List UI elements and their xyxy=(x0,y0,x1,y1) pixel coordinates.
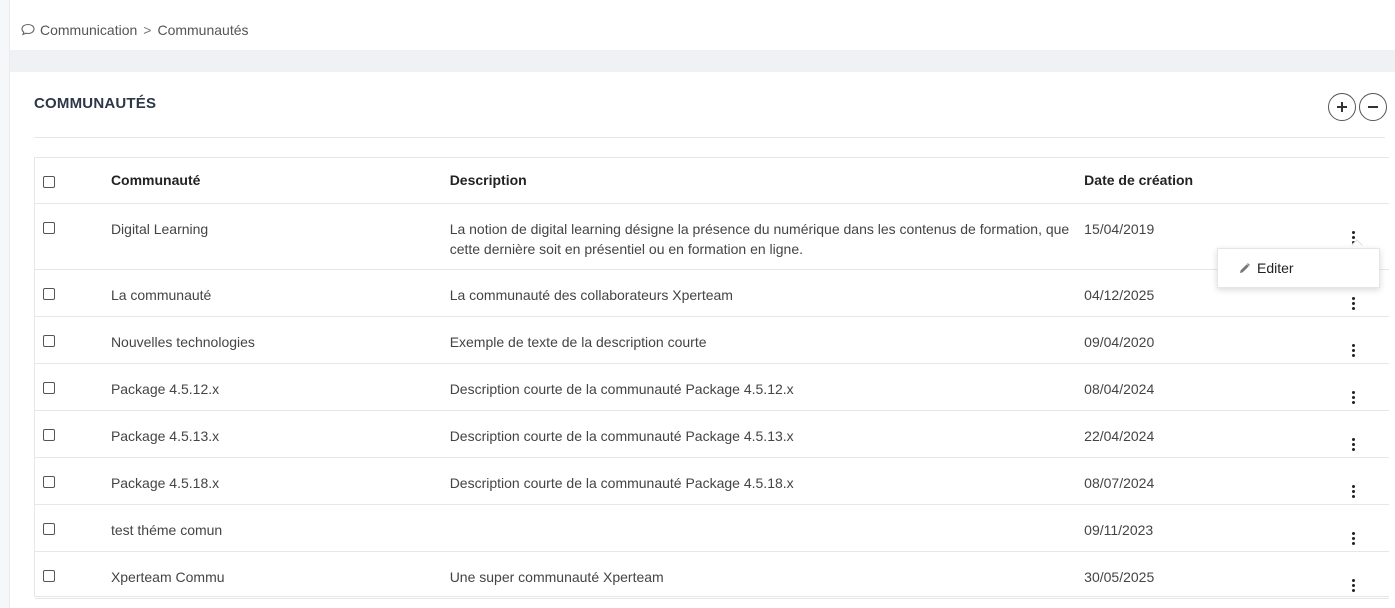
row-name[interactable]: Xperteam Commu xyxy=(110,551,450,599)
chat-bubble-icon xyxy=(20,22,36,38)
row-checkbox[interactable] xyxy=(43,522,55,535)
header-band xyxy=(10,50,1395,72)
row-checkbox[interactable] xyxy=(43,221,55,234)
row-description: Exemple de texte de la description court… xyxy=(449,316,1085,364)
row-date: 22/04/2024 xyxy=(1084,410,1336,458)
row-date: 09/04/2020 xyxy=(1084,316,1336,364)
row-description: La notion de digital learning désigne la… xyxy=(449,203,1085,270)
row-checkbox[interactable] xyxy=(43,287,55,300)
row-name[interactable]: Digital Learning xyxy=(110,203,450,270)
left-rail xyxy=(0,0,10,608)
row-menu-icon[interactable] xyxy=(1352,531,1355,545)
row-name[interactable]: Package 4.5.13.x xyxy=(110,410,450,458)
row-menu-icon[interactable] xyxy=(1352,437,1355,451)
table-row[interactable]: Package 4.5.12.x Description courte de l… xyxy=(35,363,1389,411)
select-all-checkbox[interactable] xyxy=(43,175,55,188)
plus-icon xyxy=(1337,102,1347,112)
row-name[interactable]: test théme comun xyxy=(110,504,450,552)
title-actions xyxy=(1328,93,1387,121)
table-row[interactable]: Xperteam Commu Une super communauté Xper… xyxy=(35,551,1389,599)
row-name[interactable]: Nouvelles technologies xyxy=(110,316,450,364)
table-row[interactable]: Package 4.5.18.x Description courte de l… xyxy=(35,457,1389,505)
add-button[interactable] xyxy=(1328,93,1356,121)
row-menu-icon[interactable] xyxy=(1352,343,1355,357)
row-date: 08/04/2024 xyxy=(1084,363,1336,411)
breadcrumb-parent[interactable]: Communication xyxy=(40,22,137,38)
row-action-menu: Editer xyxy=(1217,248,1380,288)
breadcrumb-current: Communautés xyxy=(157,22,249,38)
row-name[interactable]: Package 4.5.18.x xyxy=(110,457,450,505)
table-row[interactable]: La communauté La communauté des collabor… xyxy=(35,269,1389,317)
row-checkbox[interactable] xyxy=(43,428,55,441)
communities-table: Communauté Description Date de création … xyxy=(34,157,1389,599)
title-divider xyxy=(34,137,1385,138)
table-row[interactable]: Nouvelles technologies Exemple de texte … xyxy=(35,316,1389,364)
row-checkbox[interactable] xyxy=(43,381,55,394)
row-description: Description courte de la communauté Pack… xyxy=(449,410,1085,458)
row-description: Description courte de la communauté Pack… xyxy=(449,457,1085,505)
column-header-actions xyxy=(1336,158,1389,204)
table-row[interactable]: test théme comun 09/11/2023 xyxy=(35,504,1389,552)
row-name[interactable]: La communauté xyxy=(110,269,450,317)
row-date: 30/05/2025 xyxy=(1084,551,1336,599)
row-date: 09/11/2023 xyxy=(1084,504,1336,552)
column-header-name[interactable]: Communauté xyxy=(110,158,450,204)
row-description: Description courte de la communauté Pack… xyxy=(449,363,1085,411)
row-description xyxy=(449,504,1085,552)
row-menu-icon[interactable] xyxy=(1352,484,1355,498)
column-header-date[interactable]: Date de création xyxy=(1084,158,1336,204)
breadcrumb-separator: > xyxy=(143,22,152,38)
row-description: La communauté des collaborateurs Xpertea… xyxy=(449,269,1085,317)
row-name[interactable]: Package 4.5.12.x xyxy=(110,363,450,411)
row-menu-icon[interactable] xyxy=(1352,296,1355,310)
table-row[interactable]: Package 4.5.13.x Description courte de l… xyxy=(35,410,1389,458)
minus-icon xyxy=(1368,106,1378,108)
breadcrumb: Communication > Communautés xyxy=(20,20,249,40)
table-header-row: Communauté Description Date de création xyxy=(35,158,1389,204)
row-menu-icon[interactable] xyxy=(1352,390,1355,404)
edit-menu-item[interactable]: Editer xyxy=(1257,260,1294,276)
row-checkbox[interactable] xyxy=(43,334,55,347)
row-date: 08/07/2024 xyxy=(1084,457,1336,505)
pencil-icon xyxy=(1238,262,1251,275)
table-row[interactable]: Digital Learning La notion de digital le… xyxy=(35,203,1389,270)
page-title: COMMUNAUTÉS xyxy=(34,95,157,112)
row-checkbox[interactable] xyxy=(43,569,55,582)
row-menu-icon[interactable] xyxy=(1352,578,1355,592)
row-description: Une super communauté Xperteam xyxy=(449,551,1085,599)
row-checkbox[interactable] xyxy=(43,475,55,488)
column-header-description[interactable]: Description xyxy=(449,158,1085,204)
page: Communication > Communautés COMMUNAUTÉS … xyxy=(0,0,1395,608)
remove-button[interactable] xyxy=(1359,93,1387,121)
